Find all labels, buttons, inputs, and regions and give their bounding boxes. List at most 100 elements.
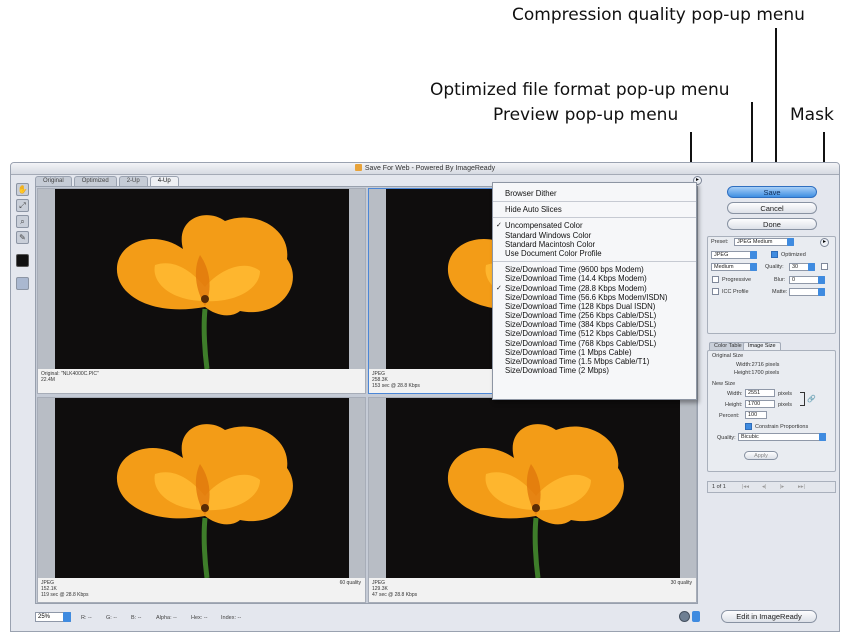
new-size-label: New Size [712,381,736,387]
menu-item[interactable]: Hide Auto Slices [493,205,696,214]
tab-4-up[interactable]: 4-Up [149,176,179,186]
height-field[interactable]: 1700 [745,400,775,408]
blur-field[interactable]: 0 [789,276,825,284]
zoom-tool-icon[interactable]: ⌕ [16,215,29,228]
percent-field[interactable]: 100 [745,411,767,419]
tab-2-up[interactable]: 2-Up [118,176,148,186]
constrain-proportions-checkbox[interactable] [745,423,752,430]
pane-info-line: 22.4M [41,377,55,383]
menu-separator [493,261,696,263]
menu-item[interactable]: Size/Download Time (128 Kbps Dual ISDN) [493,302,696,311]
progressive-checkbox[interactable] [712,276,719,283]
menu-item[interactable]: Browser Dither [493,189,696,198]
menu-item-label: Size/Download Time (9600 bps Modem) [505,265,644,275]
menu-item[interactable]: Size/Download Time (2 Mbps) [493,366,696,375]
flower-center [201,504,209,512]
chevron-down-icon [750,251,757,259]
menu-item[interactable]: Size/Download Time (1.5 Mbps Cable/T1) [493,357,696,366]
eyedropper-color-swatch[interactable] [16,254,29,267]
menu-item[interactable]: Size/Download Time (512 Kbps Cable/DSL) [493,329,696,338]
done-button[interactable]: Done [727,218,817,230]
preview-pane-optimized-3[interactable]: JPEG 129.3K 47 sec @ 28.8 Kbps 30 qualit… [368,397,697,603]
hand-tool-icon[interactable]: ✋ [16,183,29,196]
resample-quality-select[interactable]: Bicubic [738,433,826,441]
menu-item-label: Size/Download Time (56.6 Kbps Modem/ISDN… [505,292,668,302]
quality-label: Quality: [765,264,784,270]
first-slice-icon[interactable]: |◂◂ [742,484,749,490]
compression-quality-select[interactable]: Medium [711,263,757,271]
menu-item-label: Size/Download Time (2 Mbps) [505,366,609,376]
matte-label: Matte: [772,289,788,295]
index-readout: Index: -- [221,615,242,621]
menu-item-label: Hide Auto Slices [505,205,562,215]
preset-label: Preset: [711,239,729,245]
menu-item-label: Size/Download Time (384 Kbps Cable/DSL) [505,320,657,330]
flower-center [201,295,209,303]
last-slice-icon[interactable]: ▸▸| [798,484,805,490]
tab-optimized[interactable]: Optimized [73,176,117,186]
tab-color-table[interactable]: Color Table [709,342,747,350]
menu-item[interactable]: Size/Download Time (9600 bps Modem) [493,265,696,274]
icc-profile-checkbox[interactable] [712,288,719,295]
preview-pane-original[interactable]: Original: "NLK4000C.PIC" 22.4M [37,188,366,394]
toggle-slices-icon[interactable] [16,277,29,290]
menu-item[interactable]: Size/Download Time (384 Kbps Cable/DSL) [493,320,696,329]
prev-slice-icon[interactable]: ◂| [762,484,766,490]
next-slice-icon[interactable]: |▸ [780,484,784,490]
optimized-checkbox[interactable] [771,251,778,258]
edit-in-imageready-button[interactable]: Edit in ImageReady [721,610,817,623]
tab-image-size[interactable]: Image Size [743,342,781,350]
pane-info-line: 47 sec @ 28.8 Kbps [372,592,418,598]
apply-button[interactable]: Apply [744,451,778,460]
cancel-button[interactable]: Cancel [727,202,817,214]
settings-panel: Save Cancel Done Preset: JPEG Medium ▸ J… [705,176,838,606]
optimize-menu-button[interactable]: ▸ [820,238,829,247]
menu-item[interactable]: ✓ Uncompensated Color [493,221,696,230]
slice-select-tool-icon[interactable]: ⤢ [16,199,29,212]
resample-quality-label: Quality: [717,435,736,441]
tab-original[interactable]: Original [35,176,72,186]
optimized-label: Optimized [781,252,806,258]
chevron-down-icon [818,288,825,296]
menu-item-label: Size/Download Time (14.4 Kbps Modem) [505,274,647,284]
preset-select[interactable]: JPEG Medium [734,238,794,246]
menu-item[interactable]: Use Document Color Profile [493,249,696,258]
slice-navigation: 1 of 1 |◂◂ ◂| |▸ ▸▸| [707,481,836,493]
quality-field[interactable]: 30 [789,263,815,271]
chevron-down-icon [819,433,826,441]
menu-item[interactable]: Standard Macintosh Color [493,240,696,249]
constrain-proportions-label: Constrain Proportions [755,424,809,430]
save-button[interactable]: Save [727,186,817,198]
preview-pane-optimized-2[interactable]: JPEG 152.1K 119 sec @ 28.8 Kbps 60 quali… [37,397,366,603]
constrain-bracket [800,392,805,406]
menu-item[interactable]: Size/Download Time (256 Kbps Cable/DSL) [493,311,696,320]
zoom-select[interactable]: 25% [35,612,71,622]
menu-item-label: Size/Download Time (128 Kbps Dual ISDN) [505,301,656,311]
height-units: pixels [778,402,793,408]
menu-item[interactable]: Size/Download Time (768 Kbps Cable/DSL) [493,339,696,348]
pane-quality-label: 30 quality [670,580,692,586]
preview-in-browser-icon[interactable] [679,611,690,622]
blur-label: Blur: [774,277,786,283]
mask-button[interactable] [821,263,828,270]
original-width: Width:2716 pixels [736,362,780,368]
menu-item-label: Standard Windows Color [505,230,592,240]
icc-profile-label: ICC Profile [722,289,749,295]
browser-menu-arrow[interactable] [692,611,700,622]
menu-item-label: Use Document Color Profile [505,248,602,258]
menu-item[interactable]: ✓ Size/Download Time (28.8 Kbps Modem) [493,284,696,293]
menu-item-label: Uncompensated Color [505,221,583,231]
matte-select[interactable] [789,288,825,296]
menu-item[interactable]: Size/Download Time (1 Mbps Cable) [493,348,696,357]
chevron-down-icon [750,263,757,271]
poppy-flower-graphic [447,424,624,579]
width-field[interactable]: 2551 [745,389,775,397]
eyedropper-tool-icon[interactable]: ✎ [16,231,29,244]
menu-item[interactable]: Size/Download Time (14.4 Kbps Modem) [493,274,696,283]
menu-item[interactable]: Size/Download Time (56.6 Kbps Modem/ISDN… [493,293,696,302]
file-format-select[interactable]: JPEG [711,251,757,259]
status-bar: 25% R: -- G: -- B: -- Alpha: -- Hex: -- … [11,606,839,631]
menu-item[interactable]: Standard Windows Color [493,231,696,240]
flower-image [55,189,349,370]
checkmark-icon: ✓ [496,284,502,292]
